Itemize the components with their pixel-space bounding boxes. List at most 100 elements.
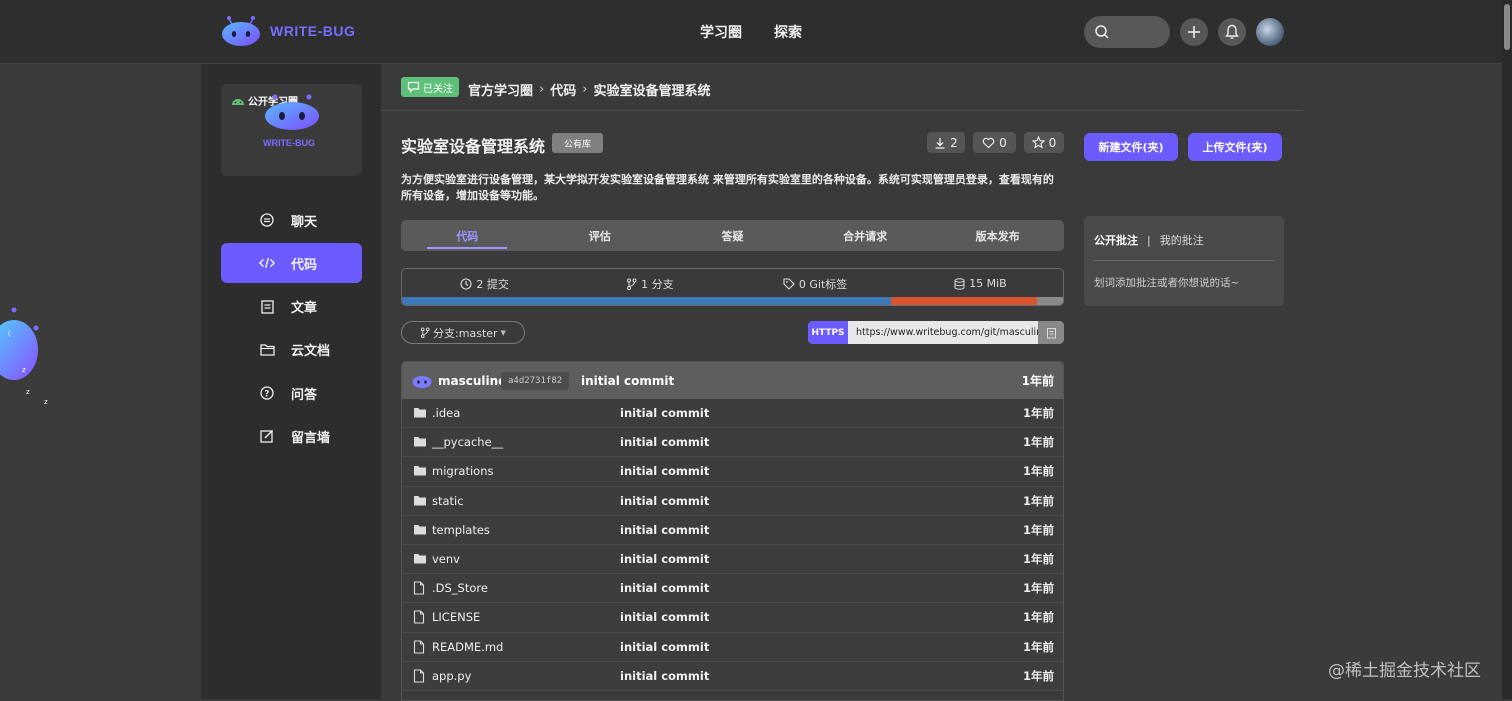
commits-stat[interactable]: 2 提交 (402, 276, 567, 292)
branch-select[interactable]: 分支:master ▼ (401, 321, 525, 344)
add-button[interactable] (1180, 18, 1208, 46)
repo-title: 实验室设备管理系统 (401, 137, 546, 156)
top-nav: 学习圈 探索 (700, 22, 802, 42)
chevron-right-icon: › (539, 82, 545, 97)
tab-public-annotations[interactable]: 公开批注 (1094, 232, 1138, 248)
file-row[interactable]: .DS_Store initial commit 1年前 (402, 574, 1063, 604)
tags-stat[interactable]: 0 Git标签 (733, 276, 898, 292)
tab-releases[interactable]: 版本发布 (931, 220, 1064, 251)
author-avatar (412, 376, 432, 388)
page-scrollbar[interactable] (1502, 0, 1512, 699)
tab-my-annotations[interactable]: 我的批注 (1160, 232, 1204, 248)
file-commit-message[interactable]: initial commit (620, 610, 709, 624)
copy-button[interactable] (1038, 321, 1064, 344)
notification-button[interactable] (1218, 18, 1246, 46)
file-commit-message[interactable]: initial commit (620, 640, 709, 654)
tag-icon (783, 277, 795, 290)
file-commit-message[interactable]: initial commit (620, 581, 709, 595)
sidebar-item-chat[interactable]: 聊天 (221, 200, 362, 240)
file-row[interactable]: static initial commit 1年前 (402, 486, 1063, 516)
file-name[interactable]: README.md (432, 640, 503, 654)
commit-author[interactable]: masculine (438, 374, 506, 388)
folder-icon (413, 494, 427, 508)
like-button[interactable]: 0 (973, 132, 1016, 153)
circle-card[interactable]: 公开学习圈 WRITE-BUG (221, 84, 362, 176)
file-name[interactable]: .DS_Store (432, 581, 488, 595)
folder-icon (413, 464, 427, 478)
file-row[interactable]: migrations initial commit 1年前 (402, 457, 1063, 487)
tab-evaluation[interactable]: 评估 (534, 220, 667, 251)
download-count-button[interactable]: 2 (927, 132, 965, 153)
file-row[interactable]: .idea initial commit 1年前 (402, 399, 1063, 429)
breadcrumb-item-repo[interactable]: 实验室设备管理系统 (593, 80, 710, 99)
tab-code[interactable]: 代码 (401, 220, 534, 251)
tab-merge-requests[interactable]: 合并请求 (799, 220, 932, 251)
file-name[interactable]: app.py (432, 669, 471, 683)
watermark: @稀土掘金技术社区 (1328, 661, 1481, 681)
sidebar-item-label: 文章 (291, 301, 318, 317)
file-commit-message[interactable]: initial commit (620, 435, 709, 449)
file-row[interactable]: LICENSE initial commit 1年前 (402, 603, 1063, 633)
file-commit-time: 1年前 (1022, 581, 1054, 596)
file-row[interactable]: __pycache__ initial commit 1年前 (402, 428, 1063, 458)
sidebar-item-label: 聊天 (291, 214, 318, 230)
sidebar-item-cloud-docs[interactable]: 云文档 (221, 330, 362, 370)
file-commit-message[interactable]: initial commit (620, 406, 709, 420)
file-row[interactable]: templates initial commit 1年前 (402, 515, 1063, 545)
nav-study-circle[interactable]: 学习圈 (700, 22, 742, 42)
file-name[interactable]: static (432, 494, 464, 508)
file-name[interactable]: migrations (432, 464, 494, 478)
user-avatar[interactable] (1256, 18, 1284, 46)
sidebar-item-qa[interactable]: ? 问答 (221, 373, 362, 413)
file-name[interactable]: __pycache__ (432, 435, 503, 449)
protocol-label[interactable]: HTTPS (808, 321, 848, 344)
file-icon (413, 581, 427, 595)
file-commit-time: 1年前 (1022, 552, 1054, 567)
sidebar-item-code[interactable]: 代码 (221, 243, 362, 284)
repo-tabs: 代码 评估 答疑 合并请求 版本发布 (401, 220, 1064, 251)
file-commit-message[interactable]: initial commit (620, 494, 709, 508)
latest-commit-row[interactable]: masculine a4d2731f82 initial commit 1年前 (402, 362, 1063, 399)
file-row[interactable]: README.md initial commit 1年前 (402, 632, 1063, 662)
clone-url-input[interactable]: https://www.writebug.com/git/masculine (848, 321, 1038, 344)
upload-file-button[interactable]: 上传文件(夹) (1188, 133, 1282, 161)
commit-hash[interactable]: a4d2731f82 (501, 371, 570, 390)
branches-stat[interactable]: 1 分支 (567, 276, 732, 292)
star-button[interactable]: 0 (1024, 132, 1064, 153)
size-stat: 15 MiB (898, 277, 1063, 290)
file-name[interactable]: venv (432, 552, 460, 566)
commit-message[interactable]: initial commit (581, 374, 674, 388)
file-commit-message[interactable]: initial commit (620, 669, 709, 683)
edit-icon (259, 428, 275, 444)
file-commit-message[interactable]: initial commit (620, 523, 709, 537)
tab-qa[interactable]: 答疑 (666, 220, 799, 251)
sidebar-item-label: 留言墙 (291, 430, 331, 446)
brand-logo[interactable]: WRITE-BUG (220, 14, 355, 48)
like-count: 0 (999, 135, 1007, 150)
breadcrumb-item-circle[interactable]: 官方学习圈 (468, 80, 533, 99)
sidebar-item-message-wall[interactable]: 留言墙 (221, 416, 362, 456)
search-input[interactable] (1084, 16, 1170, 48)
mascot-icon[interactable]: ( z z z (0, 306, 52, 410)
file-name[interactable]: templates (432, 523, 490, 537)
scrollbar-thumb[interactable] (1504, 4, 1510, 50)
download-count: 2 (950, 135, 958, 150)
file-row[interactable]: venv initial commit 1年前 (402, 544, 1063, 575)
nav-explore[interactable]: 探索 (774, 22, 802, 42)
sidebar-item-article[interactable]: 文章 (221, 287, 362, 327)
file-commit-message[interactable]: initial commit (620, 464, 709, 478)
folder-icon (413, 406, 427, 420)
file-name[interactable]: LICENSE (432, 610, 480, 624)
file-name[interactable]: .idea (432, 406, 460, 420)
new-file-button[interactable]: 新建文件(夹) (1084, 133, 1178, 161)
svg-text:(: ( (8, 330, 11, 338)
follow-button[interactable]: 已关注 (401, 77, 459, 97)
file-row[interactable]: app.py initial commit 1年前 (402, 661, 1063, 691)
branch-icon (627, 278, 637, 290)
file-commit-time: 1年前 (1022, 610, 1054, 625)
database-icon (954, 277, 965, 290)
breadcrumb-item-code[interactable]: 代码 (550, 80, 576, 99)
visibility-badge: 公有库 (552, 133, 604, 153)
file-icon (413, 639, 427, 654)
file-commit-message[interactable]: initial commit (620, 552, 709, 566)
